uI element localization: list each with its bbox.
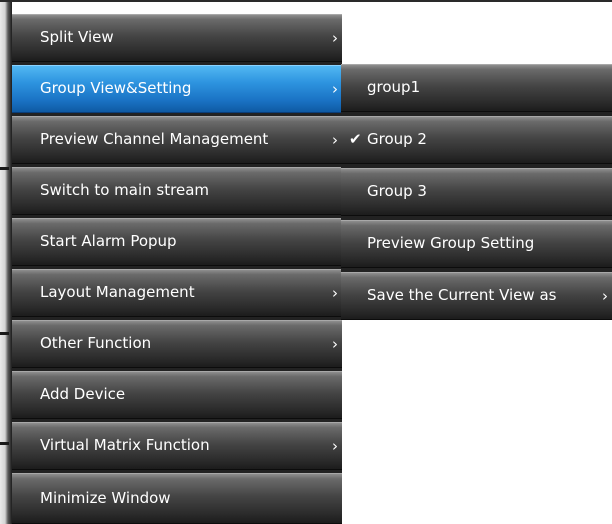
chevron-right-icon: › bbox=[332, 131, 338, 149]
frame-notch bbox=[0, 332, 9, 335]
menu-item-label: Split View bbox=[40, 28, 114, 46]
menu-item-label: Preview Channel Management bbox=[40, 130, 269, 148]
menu-item-label: Virtual Matrix Function bbox=[40, 436, 210, 454]
submenu-item-label: Preview Group Setting bbox=[367, 234, 535, 252]
submenu-item-group-2[interactable]: ✔ Group 2 bbox=[341, 116, 612, 164]
check-icon: ✔ bbox=[349, 130, 362, 148]
menu-item-group-view-setting[interactable]: Group View&Setting › bbox=[12, 65, 342, 113]
menu-item-label: Group View&Setting bbox=[40, 79, 192, 97]
group-submenu: group1 ✔ Group 2 Group 3 Preview Group S… bbox=[341, 64, 612, 320]
menu-item-label: Start Alarm Popup bbox=[40, 232, 177, 250]
menu-item-start-alarm-popup[interactable]: Start Alarm Popup bbox=[12, 218, 342, 266]
menu-item-preview-channel-management[interactable]: Preview Channel Management › bbox=[12, 116, 342, 164]
submenu-item-preview-group-setting[interactable]: Preview Group Setting bbox=[341, 220, 612, 268]
menu-item-layout-management[interactable]: Layout Management › bbox=[12, 269, 342, 317]
menu-item-minimize-window[interactable]: Minimize Window bbox=[12, 473, 342, 524]
submenu-item-label: Group 2 bbox=[367, 130, 427, 148]
menu-item-other-function[interactable]: Other Function › bbox=[12, 320, 342, 368]
menu-item-switch-to-main-stream[interactable]: Switch to main stream bbox=[12, 167, 342, 215]
menu-item-label: Switch to main stream bbox=[40, 181, 209, 199]
submenu-item-label: Save the Current View as bbox=[367, 286, 557, 304]
menu-item-label: Minimize Window bbox=[40, 489, 171, 507]
top-border-line bbox=[0, 0, 612, 2]
menu-item-label: Add Device bbox=[40, 385, 126, 403]
menu-item-virtual-matrix-function[interactable]: Virtual Matrix Function › bbox=[12, 422, 342, 470]
screen: Split View › Group View&Setting › Previe… bbox=[0, 0, 612, 524]
chevron-right-icon: › bbox=[602, 287, 608, 305]
submenu-item-label: Group 3 bbox=[367, 182, 427, 200]
context-menu: Split View › Group View&Setting › Previe… bbox=[12, 14, 342, 524]
menu-item-label: Layout Management bbox=[40, 283, 195, 301]
left-window-frame bbox=[0, 2, 12, 524]
menu-item-label: Other Function bbox=[40, 334, 152, 352]
chevron-right-icon: › bbox=[332, 335, 338, 353]
chevron-right-icon: › bbox=[332, 437, 338, 455]
chevron-right-icon: › bbox=[332, 284, 338, 302]
submenu-item-save-current-view-as[interactable]: Save the Current View as › bbox=[341, 272, 612, 320]
submenu-item-group1[interactable]: group1 bbox=[341, 64, 612, 112]
menu-item-split-view[interactable]: Split View › bbox=[12, 14, 342, 62]
frame-notch bbox=[0, 442, 9, 445]
menu-item-add-device[interactable]: Add Device bbox=[12, 371, 342, 419]
chevron-right-icon: › bbox=[332, 80, 338, 98]
submenu-item-group-3[interactable]: Group 3 bbox=[341, 168, 612, 216]
submenu-item-label: group1 bbox=[367, 78, 421, 96]
frame-notch bbox=[0, 167, 9, 170]
chevron-right-icon: › bbox=[332, 29, 338, 47]
